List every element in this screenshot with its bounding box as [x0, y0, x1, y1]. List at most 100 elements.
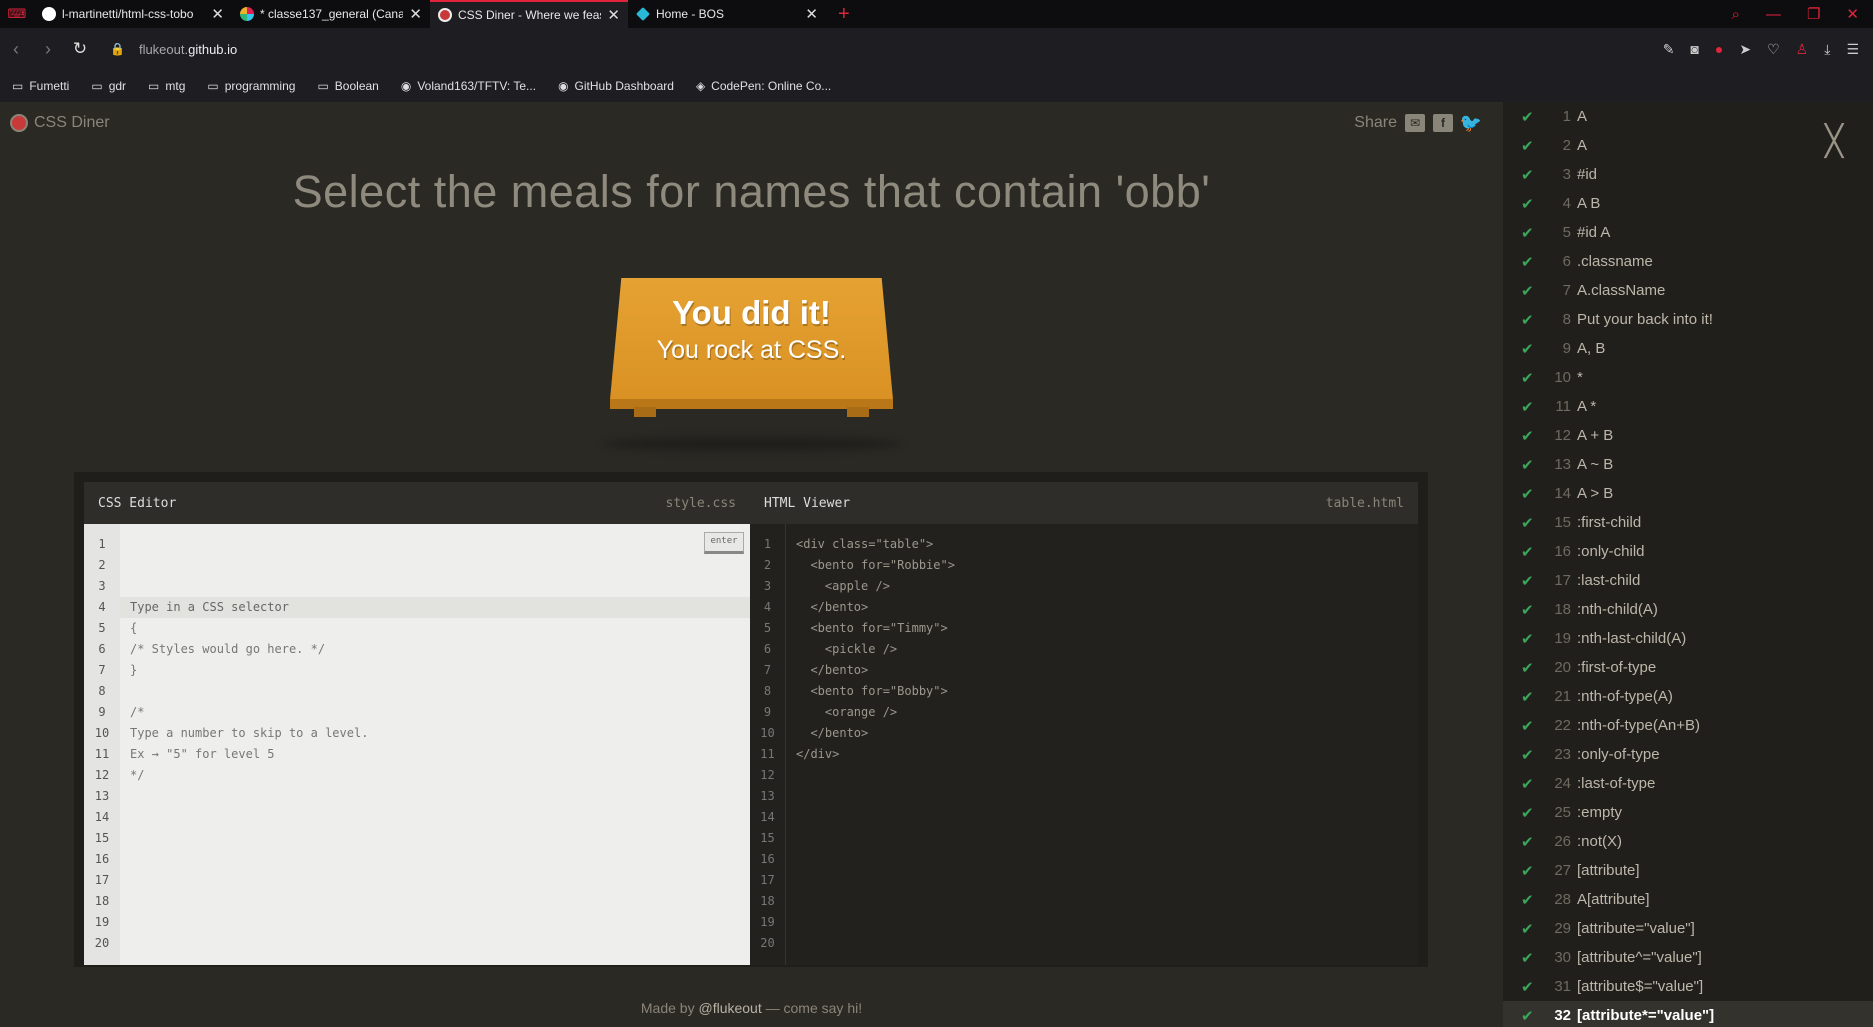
- reload-icon[interactable]: ↻: [64, 39, 96, 59]
- level-item[interactable]: ✔ 14 A > B: [1503, 479, 1873, 508]
- line-number: 9: [98, 705, 106, 719]
- level-item[interactable]: ✔ 16:only-child: [1503, 537, 1873, 566]
- code-line: </bento>: [796, 663, 869, 677]
- browser-tab[interactable]: Home - BOS ✕: [628, 0, 826, 28]
- new-tab-button[interactable]: +: [826, 0, 862, 28]
- level-item[interactable]: ✔ 4 A B: [1503, 189, 1873, 218]
- level-item[interactable]: ✔ 22:nth-of-type(An+B): [1503, 711, 1873, 740]
- level-item[interactable]: ✔ 20:first-of-type: [1503, 653, 1873, 682]
- restore-icon[interactable]: ❐: [1807, 5, 1820, 23]
- close-tab-icon[interactable]: ✕: [211, 5, 224, 23]
- level-item[interactable]: ✔ 13 A ~ B: [1503, 450, 1873, 479]
- address-toolbar: ‹ › ↻ 🔒 flukeout.github.io ✎ ◙ ● ➤ ♡ ♙ ⤓…: [0, 28, 1873, 70]
- send-icon[interactable]: ➤: [1739, 41, 1751, 58]
- close-tab-icon[interactable]: ✕: [409, 5, 422, 23]
- level-item[interactable]: ✔ 25:empty: [1503, 798, 1873, 827]
- level-item[interactable]: ✔ 29 [attribute="value"]: [1503, 914, 1873, 943]
- back-icon[interactable]: ‹: [0, 39, 32, 60]
- level-item[interactable]: ✔ 31 [attribute$="value"]: [1503, 972, 1873, 1001]
- level-item[interactable]: ✔ 24:last-of-type: [1503, 769, 1873, 798]
- enter-button[interactable]: enter: [704, 532, 744, 554]
- html-markup[interactable]: <div class="table"> <bento for="Robbie">…: [786, 524, 1418, 965]
- level-item[interactable]: ✔ 10 *: [1503, 363, 1873, 392]
- close-icon[interactable]: ╳: [1825, 124, 1843, 159]
- level-number: 24: [1554, 775, 1571, 792]
- address-bar[interactable]: flukeout.github.io: [139, 42, 237, 57]
- checkmark-icon: ✔: [1521, 833, 1534, 851]
- twitter-icon[interactable]: 🐦: [1460, 113, 1482, 133]
- facebook-icon[interactable]: f: [1433, 114, 1453, 132]
- level-item[interactable]: ✔ 18:nth-child(A): [1503, 595, 1873, 624]
- camera-icon[interactable]: ◙: [1690, 41, 1698, 58]
- tab-manager-icon[interactable]: ⌨: [0, 0, 34, 28]
- browser-tab[interactable]: l-martinetti/html-css-tobo ✕: [34, 0, 232, 28]
- level-item[interactable]: ✔ 28 A[attribute]: [1503, 885, 1873, 914]
- level-number: 21: [1554, 688, 1571, 705]
- level-label: [attribute*="value"]: [1577, 1007, 1715, 1024]
- level-item[interactable]: ✔ 12 A + B: [1503, 421, 1873, 450]
- level-item[interactable]: ✔ 21:nth-of-type(A): [1503, 682, 1873, 711]
- bookmark-gdr[interactable]: ▭ gdr: [91, 79, 126, 93]
- level-item[interactable]: ✔ 11 A *: [1503, 392, 1873, 421]
- level-item[interactable]: ✔ 3 #id: [1503, 160, 1873, 189]
- level-item[interactable]: ✔ 27 [attribute]: [1503, 856, 1873, 885]
- forward-icon[interactable]: ›: [32, 39, 64, 60]
- profile-icon[interactable]: ♙: [1796, 41, 1809, 58]
- level-item[interactable]: ✔ 5 #id A: [1503, 218, 1873, 247]
- search-icon[interactable]: ⌕: [1732, 6, 1740, 23]
- level-item[interactable]: ✔ 6 .classname: [1503, 247, 1873, 276]
- level-item[interactable]: ✔ 9 A, B: [1503, 334, 1873, 363]
- level-menu: ✔ 1 A ✔ 2 A ✔ 3 #id ✔ 4 A B ✔ 5 #id A ✔ 6 .classname ✔ 7 A.c…: [1503, 102, 1873, 1027]
- level-item[interactable]: ✔ 30 [attribute^="value"]: [1503, 943, 1873, 972]
- email-icon[interactable]: ✉: [1405, 114, 1425, 132]
- browser-tab[interactable]: * classe137_general (Canal ✕: [232, 0, 430, 28]
- heart-icon[interactable]: ♡: [1767, 41, 1780, 58]
- close-window-icon[interactable]: ✕: [1846, 5, 1859, 23]
- line-number: 17: [760, 873, 775, 887]
- tab-title: CSS Diner - Where we feast: [458, 8, 602, 22]
- bookmark-codepen[interactable]: ◈ CodePen: Online Co...: [696, 79, 831, 93]
- level-item[interactable]: ✔ 1 A: [1503, 102, 1873, 131]
- browser-tab-active[interactable]: CSS Diner - Where we feast ✕: [430, 0, 628, 28]
- bookmark-programming[interactable]: ▭ programming: [207, 79, 295, 93]
- css-diner-logo[interactable]: CSS Diner: [10, 114, 110, 132]
- lock-icon[interactable]: 🔒: [110, 42, 125, 56]
- line-number: 16: [94, 852, 110, 866]
- level-item[interactable]: ✔ 15:first-child: [1503, 508, 1873, 537]
- footer-link[interactable]: @flukeout: [698, 1000, 761, 1016]
- bookmarks-bar: ▭ Fumetti ▭ gdr ▭ mtg ▭ programming ▭ Boolean…: [0, 70, 1873, 102]
- shield-icon[interactable]: ●: [1715, 41, 1723, 58]
- close-tab-icon[interactable]: ✕: [805, 5, 818, 23]
- css-input[interactable]: enter Type in a CSS selector {/* Styles w…: [120, 524, 750, 965]
- minimize-icon[interactable]: —: [1766, 6, 1781, 23]
- line-number: 10: [760, 726, 775, 740]
- level-item[interactable]: ✔ 7 A.className: [1503, 276, 1873, 305]
- menu-icon[interactable]: ☰: [1846, 41, 1859, 58]
- level-item[interactable]: ✔ 32 [attribute*="value"]: [1503, 1001, 1873, 1027]
- bookmark-fumetti[interactable]: ▭ Fumetti: [12, 79, 69, 93]
- edit-icon[interactable]: ✎: [1663, 41, 1675, 58]
- download-icon[interactable]: ⤓: [1824, 41, 1830, 58]
- bookmark-github-dashboard[interactable]: ◉ GitHub Dashboard: [558, 79, 674, 93]
- level-item[interactable]: ✔ 19:nth-last-child(A): [1503, 624, 1873, 653]
- bookmark-boolean[interactable]: ▭ Boolean: [317, 79, 378, 93]
- selector-input-line[interactable]: Type in a CSS selector: [120, 597, 750, 618]
- level-item[interactable]: ✔ 8 Put your back into it!: [1503, 305, 1873, 334]
- line-number: 12: [760, 768, 775, 782]
- footer-text: Made by: [640, 1000, 699, 1016]
- checkmark-icon: ✔: [1521, 891, 1534, 909]
- level-item[interactable]: ✔ 23:only-of-type: [1503, 740, 1873, 769]
- bookmark-voland[interactable]: ◉ Voland163/TFTV: Te...: [401, 79, 536, 93]
- level-item[interactable]: ✔ 26:not(X): [1503, 827, 1873, 856]
- level-item[interactable]: ✔ 2 A: [1503, 131, 1873, 160]
- bookmark-mtg[interactable]: ▭ mtg: [148, 79, 185, 93]
- close-tab-icon[interactable]: ✕: [607, 6, 620, 24]
- level-label: [attribute$="value"]: [1577, 978, 1704, 995]
- level-item[interactable]: ✔ 17:last-child: [1503, 566, 1873, 595]
- level-number: 30: [1554, 949, 1571, 966]
